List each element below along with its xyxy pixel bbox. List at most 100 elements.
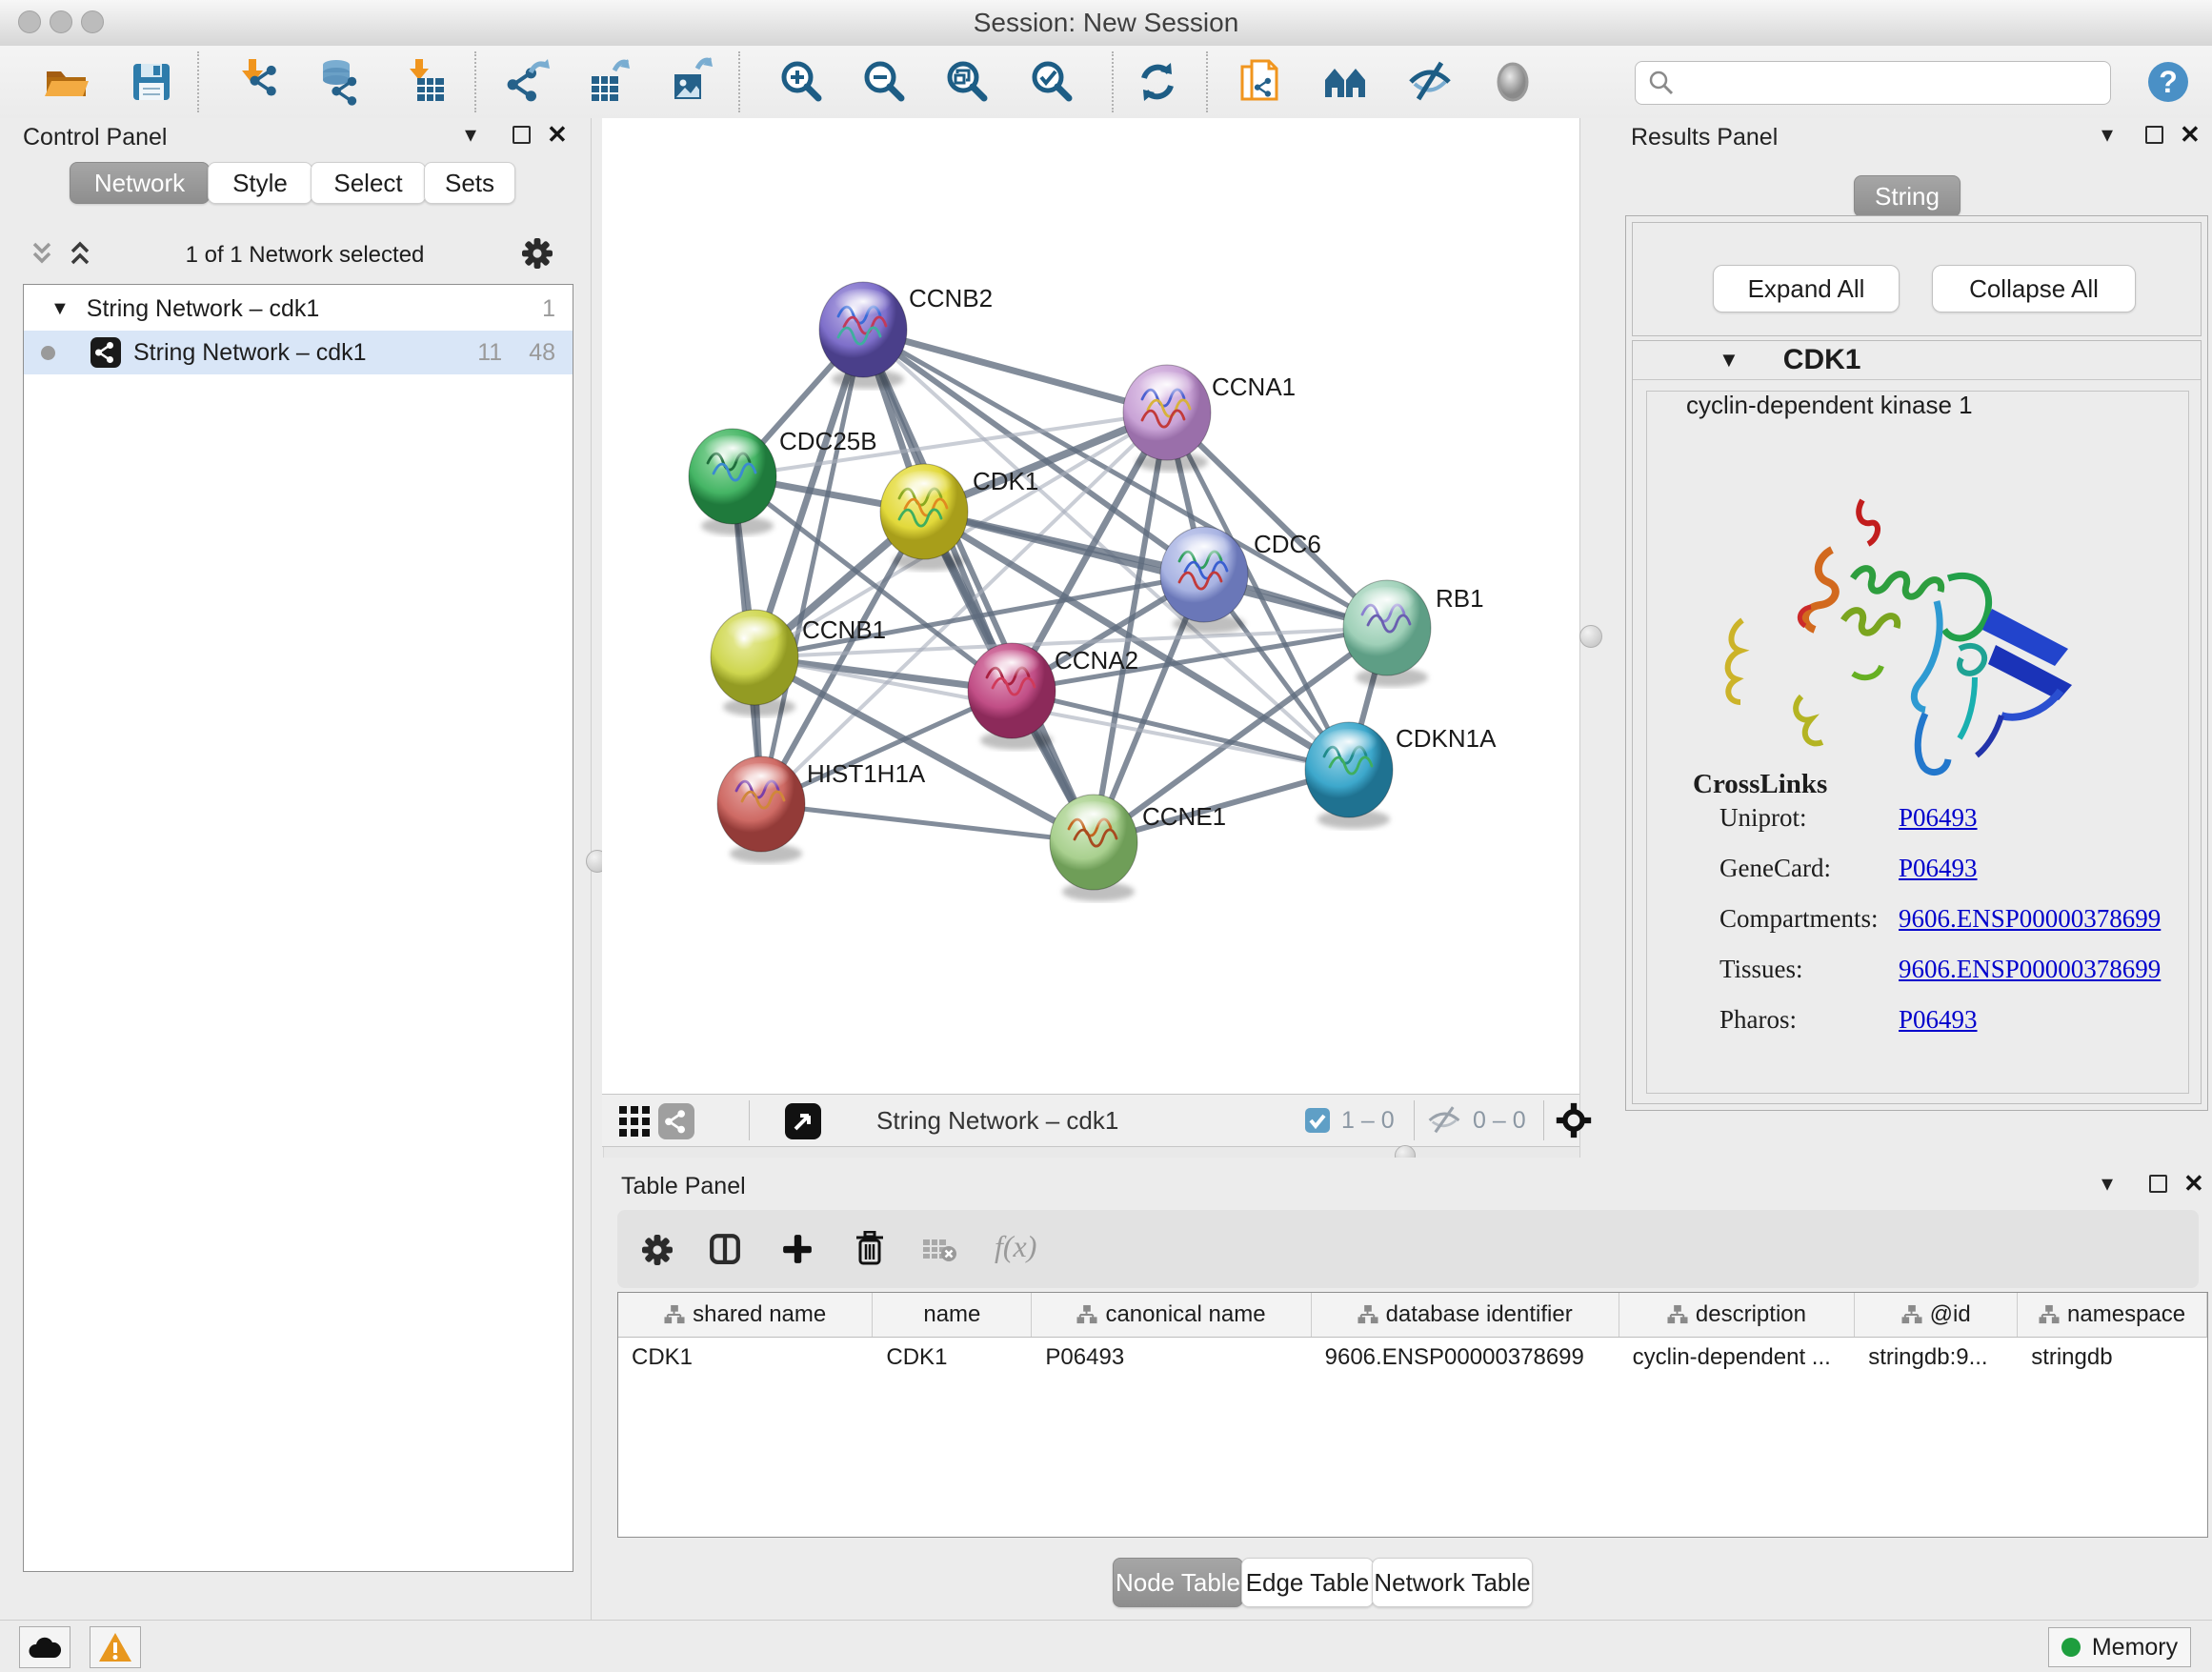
expand-all-icon[interactable] [65, 240, 97, 269]
shared-column-icon [664, 1304, 685, 1325]
column-header-canonical-name[interactable]: canonical name [1032, 1293, 1311, 1337]
zoom-selected-icon [1028, 57, 1077, 107]
control-panel-float-icon[interactable] [513, 126, 531, 144]
node-CCNB2[interactable]: CCNB2 [819, 282, 993, 389]
expand-all-button[interactable]: Expand All [1713, 265, 1900, 312]
table-panel-float-icon[interactable] [2149, 1175, 2167, 1193]
results-panel-float-icon[interactable] [2145, 126, 2163, 144]
network-row[interactable]: String Network – cdk1 11 48 [24, 331, 573, 374]
column-header-name[interactable]: name [873, 1293, 1032, 1337]
apply-layout-button[interactable] [1131, 55, 1184, 109]
network-view-title: String Network – cdk1 [876, 1106, 1118, 1136]
node-table-row[interactable]: CDK1CDK1P064939606.ENSP00000378699cyclin… [618, 1337, 2207, 1379]
collection-expander-icon[interactable]: ▼ [50, 298, 70, 320]
detach-view-icon[interactable] [784, 1102, 822, 1140]
show-columns-icon[interactable] [709, 1233, 741, 1265]
tab-sets[interactable]: Sets [424, 162, 515, 204]
selected-checkbox-icon[interactable] [1304, 1107, 1331, 1134]
import-network-from-database-button[interactable] [313, 55, 367, 109]
table-panel-close-icon[interactable]: ✕ [2183, 1169, 2204, 1199]
single-view-share-icon[interactable] [657, 1102, 695, 1140]
export-network-button[interactable] [500, 55, 553, 109]
crosslink-link[interactable]: 9606.ENSP00000378699 [1899, 955, 2161, 984]
column-header-label: canonical name [1105, 1301, 1265, 1328]
results-panel-close-icon[interactable]: ✕ [2180, 120, 2201, 150]
crosslink-link[interactable]: P06493 [1899, 854, 1978, 883]
network-edge-count: 48 [529, 339, 555, 367]
zoom-out-button[interactable] [858, 55, 912, 109]
control-panel-menu-icon[interactable]: ▾ [465, 121, 476, 149]
cell-name[interactable]: CDK1 [873, 1337, 1032, 1379]
right-splitter-handle[interactable] [1579, 625, 1602, 648]
tab-network[interactable]: Network [70, 162, 210, 204]
first-neighbors-button[interactable] [1319, 55, 1373, 109]
cell--id[interactable]: stringdb:9... [1855, 1337, 2018, 1379]
column-header--id[interactable]: @id [1855, 1293, 2018, 1337]
tab-string[interactable]: String [1854, 175, 1961, 217]
table-panel-menu-icon[interactable]: ▾ [2101, 1170, 2113, 1198]
delete-column-trash-icon[interactable] [854, 1231, 886, 1265]
warnings-button[interactable] [90, 1626, 141, 1668]
control-panel-close-icon[interactable]: ✕ [547, 120, 568, 150]
cell-canonical-name[interactable]: P06493 [1032, 1337, 1311, 1379]
collapse-all-icon[interactable] [27, 240, 59, 269]
edge-HIST1H1A-CCNE1[interactable] [761, 804, 1094, 842]
cell-namespace[interactable]: stringdb [2018, 1337, 2207, 1379]
column-header-description[interactable]: description [1619, 1293, 1856, 1337]
table-panel-title: Table Panel [621, 1173, 746, 1200]
birdseye-toggle-icon[interactable] [1555, 1101, 1593, 1139]
export-image-button[interactable] [665, 55, 718, 109]
node-label-CDK1: CDK1 [973, 467, 1038, 495]
node-RB1[interactable]: RB1 [1343, 580, 1484, 687]
selected-count: 1 – 0 [1341, 1107, 1395, 1135]
export-table-button[interactable] [582, 55, 635, 109]
import-table-button[interactable] [400, 55, 453, 109]
tab-edge-table[interactable]: Edge Table [1241, 1558, 1374, 1607]
table-options-gear-icon[interactable] [642, 1235, 673, 1265]
node-CDKN1A[interactable]: CDKN1A [1305, 722, 1497, 829]
entry-expander-icon[interactable]: ▼ [1719, 348, 1739, 373]
grid-view-icon[interactable] [617, 1104, 652, 1138]
crosslink-link[interactable]: P06493 [1899, 803, 1978, 833]
tab-style[interactable]: Style [208, 162, 312, 204]
create-column-plus-icon[interactable] [781, 1233, 814, 1265]
search-input[interactable] [1683, 69, 2110, 97]
cloud-button[interactable] [19, 1626, 70, 1668]
node-CDC25B[interactable]: CDC25B [689, 427, 877, 535]
hidden-eye-icon [1425, 1104, 1463, 1137]
zoom-fit-button[interactable] [941, 55, 995, 109]
hide-selected-button[interactable] [1403, 55, 1457, 109]
node-CDK1[interactable]: CDK1 [880, 464, 1038, 571]
network-canvas[interactable]: CCNB2CCNA1CDC25BCDK1CDC6RB1CCNB1CCNA2CDK… [602, 118, 1579, 1094]
crosslink-row: GeneCard:P06493 [1719, 854, 2167, 883]
network-collection-row[interactable]: ▼ String Network – cdk1 1 [24, 287, 573, 331]
tab-network-table[interactable]: Network Table [1372, 1558, 1533, 1607]
collapse-all-button[interactable]: Collapse All [1932, 265, 2136, 312]
protein-entry-header[interactable]: ▼ CDK1 [1633, 341, 2201, 380]
zoom-in-button[interactable] [775, 55, 829, 109]
open-folder-icon [42, 57, 91, 107]
new-network-from-selection-button[interactable] [1235, 55, 1288, 109]
memory-button[interactable]: Memory [2048, 1627, 2191, 1667]
edge-CCNA1-HIST1H1A[interactable] [761, 413, 1167, 804]
tab-node-table[interactable]: Node Table [1113, 1558, 1243, 1607]
network-options-gear-icon[interactable] [522, 238, 553, 269]
save-session-button[interactable] [125, 55, 178, 109]
node-label-CDKN1A: CDKN1A [1396, 724, 1497, 753]
crosslink-link[interactable]: P06493 [1899, 1005, 1978, 1035]
cell-shared-name[interactable]: CDK1 [618, 1337, 873, 1379]
column-header-namespace[interactable]: namespace [2018, 1293, 2207, 1337]
import-network-button[interactable] [233, 55, 287, 109]
network-label: String Network – cdk1 [133, 339, 367, 367]
crosslink-link[interactable]: 9606.ENSP00000378699 [1899, 904, 2161, 934]
cell-description[interactable]: cyclin-dependent ... [1619, 1337, 1856, 1379]
results-panel-menu-icon[interactable]: ▾ [2101, 121, 2113, 149]
cell-database-identifier[interactable]: 9606.ENSP00000378699 [1312, 1337, 1619, 1379]
tab-select[interactable]: Select [311, 162, 426, 204]
zoom-selected-button[interactable] [1026, 55, 1079, 109]
show-all-button[interactable] [1486, 55, 1539, 109]
help-button[interactable]: ? [2142, 55, 2195, 109]
column-header-database-identifier[interactable]: database identifier [1312, 1293, 1619, 1337]
open-session-button[interactable] [40, 55, 93, 109]
column-header-shared-name[interactable]: shared name [618, 1293, 873, 1337]
